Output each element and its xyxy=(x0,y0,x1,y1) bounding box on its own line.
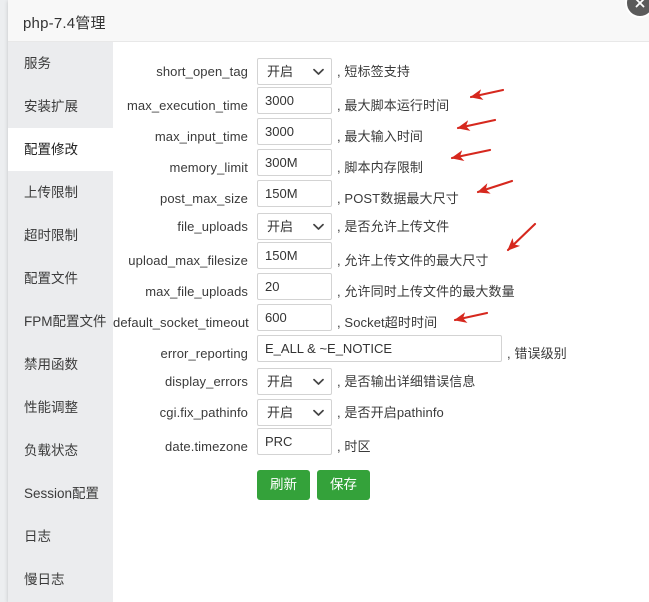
chevron-down-icon xyxy=(313,68,324,75)
input-default_socket_timeout[interactable] xyxy=(257,304,332,331)
input-memory_limit[interactable] xyxy=(257,149,332,176)
sidebar-item-label: Session配置 xyxy=(24,486,100,501)
field-label: default_socket_timeout xyxy=(113,314,249,330)
select-value: 开启 xyxy=(267,405,294,420)
select-value: 开启 xyxy=(267,219,294,234)
field-label: date.timezone xyxy=(165,438,248,454)
field-description: , 脚本内存限制 xyxy=(337,159,424,175)
select-value: 开启 xyxy=(267,374,294,389)
sidebar-item-label: 负载状态 xyxy=(24,443,78,458)
sidebar-item-7[interactable]: FPM配置文件 xyxy=(8,300,113,343)
form-actions: 刷新 保存 xyxy=(113,470,649,510)
sidebar-item-label: 性能调整 xyxy=(24,400,78,415)
field-description: , 最大脚本运行时间 xyxy=(337,97,450,113)
config-row: upload_max_filesize , 允许上传文件的最大尺寸 xyxy=(113,242,649,273)
field-label: max_input_time xyxy=(154,128,248,144)
field-description: , 短标签支持 xyxy=(337,64,410,79)
field-description: , 允许上传文件的最大尺寸 xyxy=(337,252,489,268)
field-description: , 是否开启pathinfo xyxy=(337,405,444,420)
select-short_open_tag[interactable]: 开启 xyxy=(257,58,332,85)
config-row: default_socket_timeout , Socket超时时间 xyxy=(113,304,649,335)
config-panel: short_open_tag 开启 , 短标签支持 max_execution_tim… xyxy=(113,42,649,602)
sidebar-item-2[interactable]: 安装扩展 xyxy=(8,85,113,128)
input-max_execution_time[interactable] xyxy=(257,87,332,114)
field-label: max_file_uploads xyxy=(145,283,248,299)
field-description: , 时区 xyxy=(337,438,371,454)
sidebar-item-label: 配置文件 xyxy=(24,271,78,286)
sidebar-item-1[interactable]: 服务 xyxy=(8,42,113,85)
select-display_errors[interactable]: 开启 xyxy=(257,368,332,395)
sidebar-item-4[interactable]: 上传限制 xyxy=(8,171,113,214)
field-description: , 错误级别 xyxy=(507,345,567,361)
config-row: date.timezone , 时区 xyxy=(113,428,649,459)
close-icon[interactable] xyxy=(625,0,649,18)
php-manager-dialog: php-7.4管理 服务安装扩展配置修改上传限制超时限制配置文件 FPM配置文件禁… xyxy=(8,0,649,602)
sidebar-item-label: 慢日志 xyxy=(24,572,65,587)
config-row: max_input_time , 最大输入时间 xyxy=(113,118,649,149)
field-label: error_reporting xyxy=(160,345,248,361)
sidebar-item-12[interactable]: 日志 xyxy=(8,515,113,558)
chevron-down-icon xyxy=(313,223,324,230)
input-max_file_uploads[interactable] xyxy=(257,273,332,300)
sidebar-item-3[interactable]: 配置修改 xyxy=(8,128,113,171)
sidebar-item-10[interactable]: 负载状态 xyxy=(8,429,113,472)
field-label: short_open_tag xyxy=(156,64,248,79)
chevron-down-icon xyxy=(313,378,324,385)
sidebar-item-8[interactable]: 禁用函数 xyxy=(8,343,113,386)
field-description: , 是否输出详细错误信息 xyxy=(337,374,476,389)
sidebar-item-9[interactable]: 性能调整 xyxy=(8,386,113,429)
select-file_uploads[interactable]: 开启 xyxy=(257,213,332,240)
field-label: post_max_size xyxy=(159,190,248,206)
input-date.timezone[interactable] xyxy=(257,428,332,455)
input-max_input_time[interactable] xyxy=(257,118,332,145)
field-label: memory_limit xyxy=(169,159,248,175)
field-description: , 最大输入时间 xyxy=(337,128,424,144)
field-label: file_uploads xyxy=(177,219,248,234)
field-description: , 允许同时上传文件的最大数量 xyxy=(337,283,515,299)
config-row: short_open_tag 开启 , 短标签支持 xyxy=(113,56,649,87)
sidebar-nav: 服务安装扩展配置修改上传限制超时限制配置文件 FPM配置文件 禁用函数性能调整负载状… xyxy=(8,42,113,602)
save-button[interactable]: 保存 xyxy=(317,470,370,500)
input-error_reporting[interactable] xyxy=(257,335,502,362)
sidebar-item-label: 超时限制 xyxy=(24,228,78,243)
sidebar-item-13[interactable]: 慢日志 xyxy=(8,558,113,601)
sidebar-item-6[interactable]: 配置文件 xyxy=(8,257,113,300)
sidebar-item-label: 上传限制 xyxy=(24,185,78,200)
config-row: error_reporting , 错误级别 xyxy=(113,335,649,366)
config-form: short_open_tag 开启 , 短标签支持 max_execution_tim… xyxy=(113,42,649,459)
sidebar-item-5[interactable]: 超时限制 xyxy=(8,214,113,257)
sidebar-item-label: 禁用函数 xyxy=(24,357,78,372)
config-row: file_uploads 开启 , 是否允许上传文件 xyxy=(113,211,649,242)
dialog-titlebar: php-7.4管理 xyxy=(8,0,649,42)
sidebar-item-label: 安装扩展 xyxy=(24,99,78,114)
input-post_max_size[interactable] xyxy=(257,180,332,207)
config-row: max_execution_time , 最大脚本运行时间 xyxy=(113,87,649,118)
field-label: cgi.fix_pathinfo xyxy=(159,405,248,420)
input-upload_max_filesize[interactable] xyxy=(257,242,332,269)
sidebar-item-label: FPM配置文件 xyxy=(24,314,107,329)
field-description: , Socket超时时间 xyxy=(337,314,438,330)
config-row: post_max_size , POST数据最大尺寸 xyxy=(113,180,649,211)
field-label: max_execution_time xyxy=(126,97,248,113)
page-title: php-7.4管理 xyxy=(23,15,106,32)
select-value: 开启 xyxy=(267,64,294,79)
field-label: display_errors xyxy=(164,374,248,389)
config-row: memory_limit , 脚本内存限制 xyxy=(113,149,649,180)
field-description: , POST数据最大尺寸 xyxy=(337,190,459,206)
sidebar-item-11[interactable]: Session配置 xyxy=(8,472,113,515)
config-row: max_file_uploads , 允许同时上传文件的最大数量 xyxy=(113,273,649,304)
sidebar-item-label: 服务 xyxy=(24,56,51,71)
sidebar-item-label: 日志 xyxy=(24,529,51,544)
refresh-button[interactable]: 刷新 xyxy=(257,470,310,500)
field-description: , 是否允许上传文件 xyxy=(337,219,450,234)
config-row: display_errors 开启 , 是否输出详细错误信息 xyxy=(113,366,649,397)
select-cgi.fix_pathinfo[interactable]: 开启 xyxy=(257,399,332,426)
field-label: upload_max_filesize xyxy=(128,252,248,268)
chevron-down-icon xyxy=(313,409,324,416)
sidebar-item-label: 配置修改 xyxy=(24,142,78,157)
config-row: cgi.fix_pathinfo 开启 , 是否开启pathinfo xyxy=(113,397,649,428)
